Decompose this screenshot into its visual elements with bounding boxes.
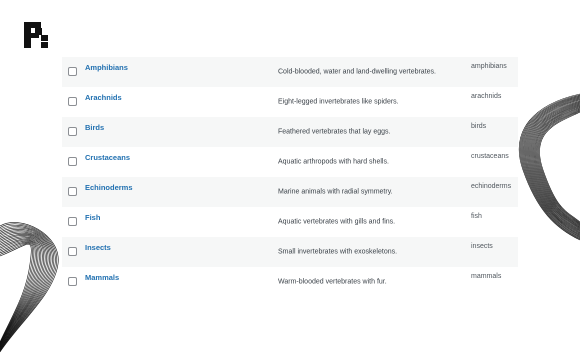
table-row: Amphibians Cold-blooded, water and land-… xyxy=(62,57,518,87)
row-checkbox[interactable] xyxy=(68,277,77,286)
row-checkbox[interactable] xyxy=(68,97,77,106)
term-name-link[interactable]: Fish xyxy=(85,213,100,222)
table-row: Insects Small invertebrates with exoskel… xyxy=(62,237,518,267)
decorative-wave-left xyxy=(0,222,59,353)
table-row: Fish Aquatic vertebrates with gills and … xyxy=(62,207,518,237)
term-slug: arachnids xyxy=(471,93,502,100)
term-description: Cold-blooded, water and land-dwelling ve… xyxy=(278,68,436,76)
term-name-link[interactable]: Insects xyxy=(85,243,111,252)
brand-logo-icon xyxy=(24,22,48,48)
taxonomy-table: Amphibians Cold-blooded, water and land-… xyxy=(62,57,518,297)
term-name-link[interactable]: Mammals xyxy=(85,273,119,282)
table-row: Birds Feathered vertebrates that lay egg… xyxy=(62,117,518,147)
term-name-link[interactable]: Amphibians xyxy=(85,63,128,72)
table-row: Crustaceans Aquatic arthropods with hard… xyxy=(62,147,518,177)
row-checkbox[interactable] xyxy=(68,127,77,136)
term-description: Aquatic arthropods with hard shells. xyxy=(278,158,389,166)
term-description: Marine animals with radial symmetry. xyxy=(278,188,393,196)
row-checkbox[interactable] xyxy=(68,187,77,196)
term-slug: echinoderms xyxy=(471,183,512,190)
table-row: Echinoderms Marine animals with radial s… xyxy=(62,177,518,207)
row-checkbox[interactable] xyxy=(68,247,77,256)
term-slug: fish xyxy=(471,213,482,220)
row-checkbox[interactable] xyxy=(68,157,77,166)
term-description: Eight-legged invertebrates like spiders. xyxy=(278,98,399,106)
term-slug: birds xyxy=(471,123,487,130)
table-row: Arachnids Eight-legged invertebrates lik… xyxy=(62,87,518,117)
term-description: Small invertebrates with exoskeletons. xyxy=(278,248,398,256)
term-slug: insects xyxy=(471,243,493,250)
term-slug: crustaceans xyxy=(471,153,509,160)
term-slug: mammals xyxy=(471,273,502,280)
term-description: Aquatic vertebrates with gills and fins. xyxy=(278,218,396,226)
term-name-link[interactable]: Arachnids xyxy=(85,93,122,102)
term-name-link[interactable]: Crustaceans xyxy=(85,153,130,162)
row-checkbox[interactable] xyxy=(68,217,77,226)
term-description: Feathered vertebrates that lay eggs. xyxy=(278,128,391,136)
table-row: Mammals Warm-blooded vertebrates with fu… xyxy=(62,267,518,297)
term-name-link[interactable]: Birds xyxy=(85,123,104,132)
term-name-link[interactable]: Echinoderms xyxy=(85,183,133,192)
term-description: Warm-blooded vertebrates with fur. xyxy=(278,278,387,286)
term-slug: amphibians xyxy=(471,63,507,70)
row-checkbox[interactable] xyxy=(68,67,77,76)
